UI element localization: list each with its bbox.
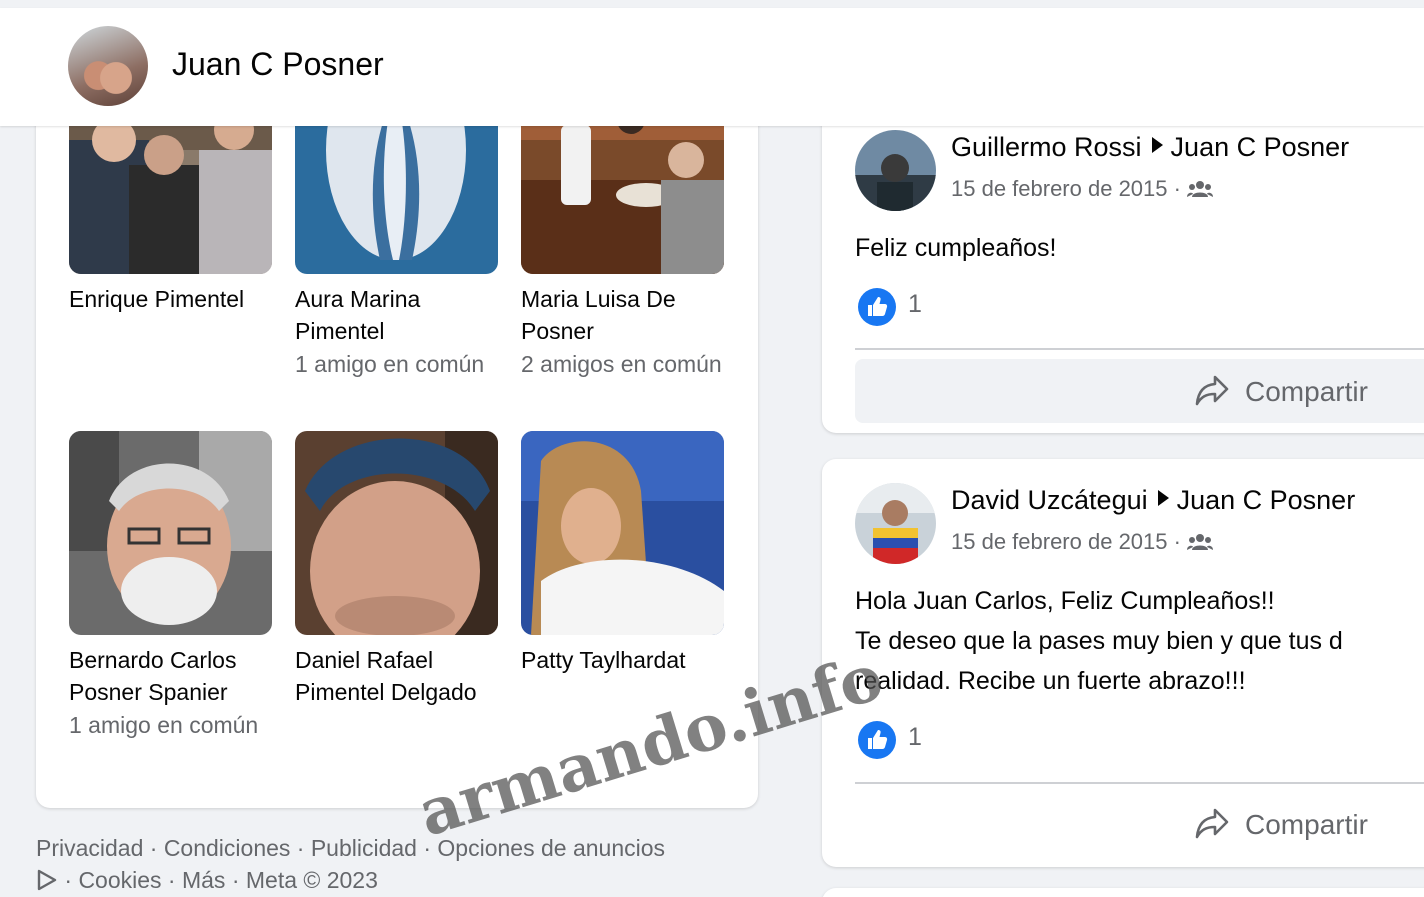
like-reaction-icon <box>858 288 896 326</box>
timeline-post <box>822 888 1424 897</box>
arrow-right-icon <box>1157 490 1169 506</box>
post-date[interactable]: 15 de febrero de 2015 · <box>951 529 1187 554</box>
post-text: Feliz cumpleaños! <box>855 228 1056 268</box>
share-label: Compartir <box>1245 376 1368 407</box>
divider <box>855 782 1424 784</box>
friend-photo[interactable] <box>69 431 272 635</box>
target-name[interactable]: Juan C Posner <box>1171 132 1350 162</box>
post-header: Guillermo Rossi Juan C Posner <box>951 132 1349 163</box>
profile-avatar[interactable] <box>68 26 148 106</box>
post-text-line: Hola Juan Carlos, Feliz Cumpleaños!! <box>855 587 1275 615</box>
profile-header: Juan C Posner <box>0 8 1424 126</box>
friend-tile[interactable]: Enrique Pimentel <box>69 110 272 317</box>
like-count[interactable]: 1 <box>908 723 922 752</box>
friend-name[interactable]: Daniel Rafael Pimentel Delgado <box>295 644 498 708</box>
ad-choices-icon[interactable] <box>36 869 58 891</box>
post-text-line: Feliz cumpleaños! <box>855 234 1057 262</box>
friend-photo[interactable] <box>521 110 724 274</box>
footer-links-text[interactable]: · Cookies · Más · Meta © 2023 <box>58 867 378 893</box>
friend-photo[interactable] <box>521 431 724 635</box>
mutual-friends[interactable]: 1 amigo en común <box>295 349 498 380</box>
share-label: Compartir <box>1245 809 1368 840</box>
mutual-friends[interactable]: 1 amigo en común <box>69 710 272 741</box>
author-avatar[interactable] <box>855 130 936 211</box>
footer-line-2: · Cookies · Más · Meta © 2023 <box>36 864 756 896</box>
friend-name[interactable]: Bernardo Carlos Posner Spanier <box>69 644 272 708</box>
friends-audience-icon <box>1187 181 1214 197</box>
share-icon <box>1195 375 1229 406</box>
post-text-line: realidad. Recibe un fuerte abrazo!!! <box>855 667 1246 695</box>
footer-links: Privacidad · Condiciones · Publicidad · … <box>36 832 756 896</box>
friend-tile[interactable]: Aura Marina Pimentel 1 amigo en común <box>295 110 498 380</box>
friend-photo[interactable] <box>69 110 272 274</box>
arrow-right-icon <box>1151 137 1163 153</box>
post-meta: 15 de febrero de 2015 · <box>951 529 1214 555</box>
footer-line-1[interactable]: Privacidad · Condiciones · Publicidad · … <box>36 832 756 864</box>
mutual-friends[interactable]: 2 amigos en común <box>521 349 724 380</box>
divider <box>855 348 1424 350</box>
like-reaction-icon <box>858 721 896 759</box>
post-date[interactable]: 15 de febrero de 2015 · <box>951 176 1187 201</box>
post-text-line: Te deseo que la pases muy bien y que tus… <box>855 627 1343 655</box>
friend-tile[interactable]: Bernardo Carlos Posner Spanier 1 amigo e… <box>69 431 272 741</box>
friend-name[interactable]: Enrique Pimentel <box>69 283 272 315</box>
post-meta: 15 de febrero de 2015 · <box>951 176 1214 202</box>
timeline-post: David Uzcátegui Juan C Posner 15 de febre… <box>822 459 1424 867</box>
friend-name[interactable]: Maria Luisa De Posner <box>521 283 724 347</box>
share-button[interactable]: Compartir <box>855 792 1424 856</box>
friends-card: Enrique Pimentel Aura Marina Pimentel 1 … <box>36 110 758 808</box>
friends-audience-icon <box>1187 534 1214 550</box>
target-name[interactable]: Juan C Posner <box>1177 485 1356 515</box>
friend-name[interactable]: Aura Marina Pimentel <box>295 283 498 347</box>
post-text: Hola Juan Carlos, Feliz Cumpleaños!! Te … <box>855 581 1343 701</box>
like-count[interactable]: 1 <box>908 290 922 319</box>
author-name[interactable]: David Uzcátegui <box>951 485 1148 515</box>
friend-name[interactable]: Patty Taylhardat <box>521 644 724 676</box>
post-header: David Uzcátegui Juan C Posner <box>951 485 1355 516</box>
author-avatar[interactable] <box>855 483 936 564</box>
profile-name[interactable]: Juan C Posner <box>172 46 384 83</box>
friend-tile[interactable]: Patty Taylhardat <box>521 431 724 678</box>
author-name[interactable]: Guillermo Rossi <box>951 132 1142 162</box>
friend-tile[interactable]: Daniel Rafael Pimentel Delgado <box>295 431 498 710</box>
timeline-post: Guillermo Rossi Juan C Posner 15 de febre… <box>822 110 1424 433</box>
friend-tile[interactable]: Maria Luisa De Posner 2 amigos en común <box>521 110 724 380</box>
share-button[interactable]: Compartir <box>855 359 1424 423</box>
share-icon <box>1195 808 1229 839</box>
friend-photo[interactable] <box>295 431 498 635</box>
friend-photo[interactable] <box>295 110 498 274</box>
